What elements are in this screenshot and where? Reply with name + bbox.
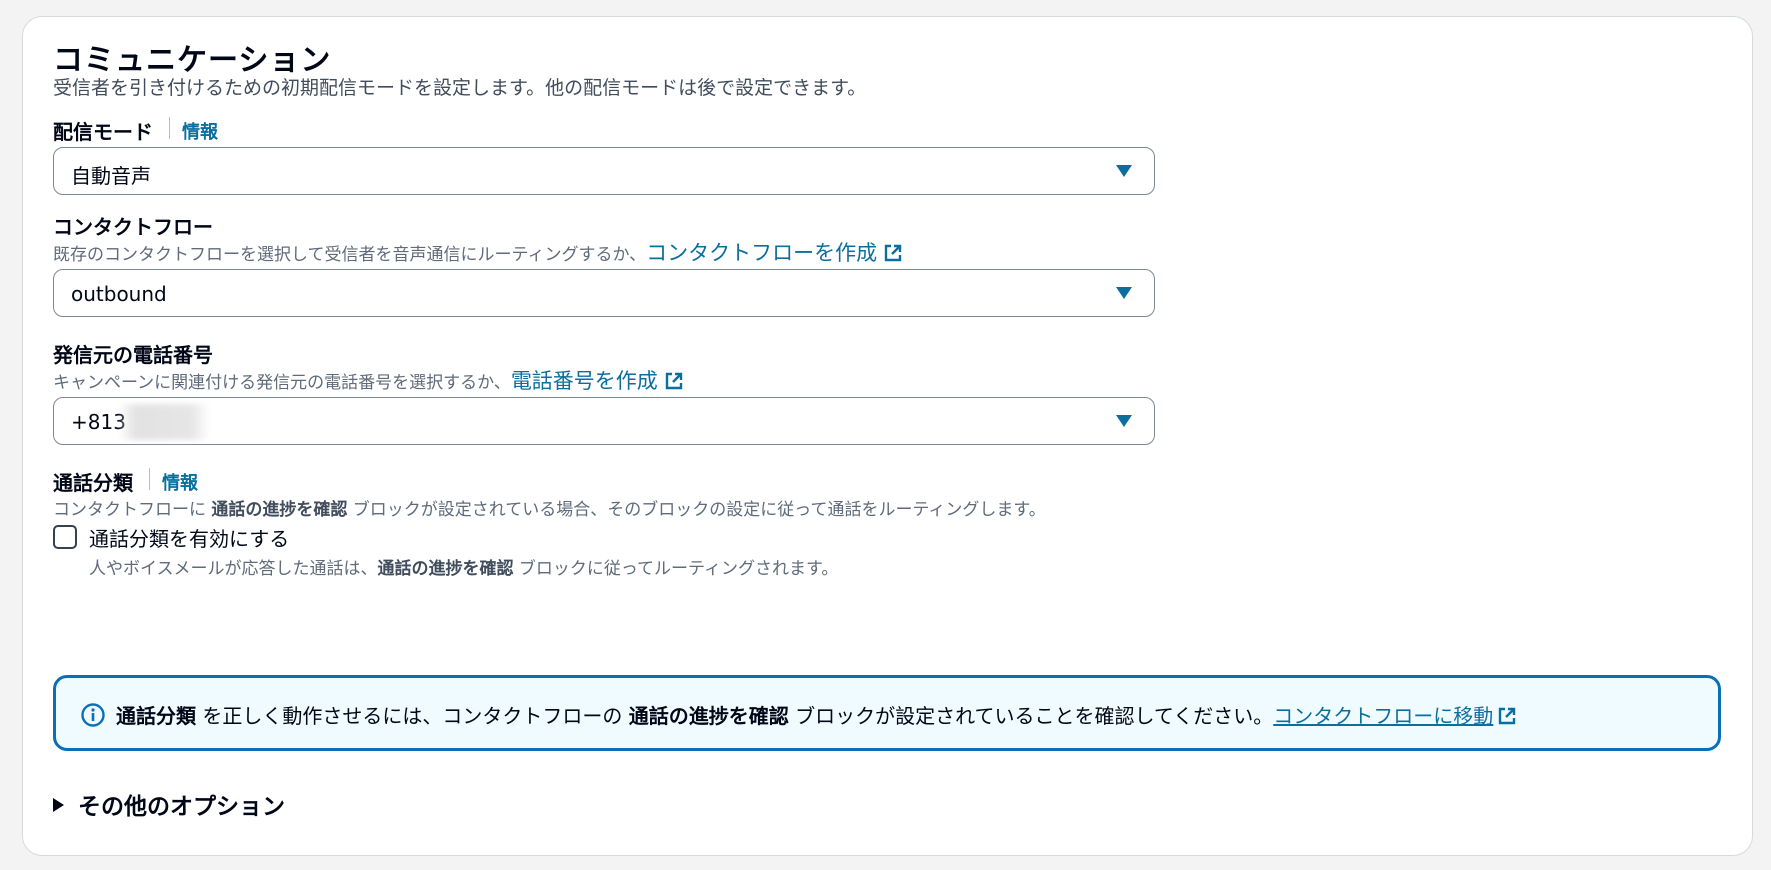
info-alert: 通話分類 を正しく動作させるには、コンタクトフローの 通話の進捗を確認 ブロック…: [53, 675, 1721, 751]
redacted-number: [118, 404, 210, 440]
caret-down-icon: [1116, 287, 1132, 299]
alert-text-2: ブロックが設定されていることを確認してください。: [788, 704, 1274, 728]
create-phone-number-link[interactable]: 電話番号を作成: [511, 369, 684, 393]
alert-bold-1: 通話分類: [116, 704, 196, 728]
checkbox-desc-prefix: 人やボイスメールが応答した通話は、: [89, 559, 378, 579]
delivery-mode-value: 自動音声: [71, 164, 151, 188]
info-icon: [81, 703, 105, 727]
phone-number-hint: キャンペーンに関連付ける発信元の電話番号を選択するか、: [53, 373, 511, 393]
label-divider: [149, 468, 150, 490]
call-classification-hint: コンタクトフローに 通話の進捗を確認 ブロックが設定されている場合、そのブロック…: [53, 495, 1046, 520]
external-link-icon: [1499, 707, 1516, 725]
caret-down-icon: [1116, 415, 1132, 427]
more-options-toggle[interactable]: その他のオプション: [53, 787, 285, 821]
hint-prefix: コンタクトフローに: [53, 500, 212, 520]
call-classification-checkbox-desc: 人やボイスメールが応答した通話は、通話の進捗を確認 ブロックに従ってルーティング…: [89, 554, 838, 579]
delivery-mode-select[interactable]: 自動音声: [53, 147, 1155, 195]
call-classification-checkbox-label[interactable]: 通話分類を有効にする: [89, 523, 289, 552]
call-classification-label: 通話分類: [53, 471, 133, 495]
contact-flow-value: outbound: [71, 282, 167, 306]
go-to-contact-flow-link-text: コンタクトフローに移動: [1273, 704, 1494, 728]
checkbox-desc-bold: 通話の進捗を確認: [377, 559, 514, 579]
phone-number-hint-row: キャンペーンに関連付ける発信元の電話番号を選択するか、電話番号を作成: [53, 365, 684, 395]
create-contact-flow-link-text: コンタクトフローを作成: [646, 241, 878, 265]
alert-text-1: を正しく動作させるには、コンタクトフローの: [196, 704, 629, 728]
communication-panel: コミュニケーション 受信者を引き付けるための初期配信モードを設定します。他の配信…: [22, 16, 1753, 856]
checkbox-desc-suffix: ブロックに従ってルーティングされます。: [513, 559, 839, 579]
alert-bold-2: 通話の進捗を確認: [628, 704, 789, 728]
external-link-icon: [884, 244, 902, 262]
phone-number-label: 発信元の電話番号: [53, 343, 213, 367]
caret-down-icon: [1116, 165, 1132, 177]
phone-number-select[interactable]: +813: [53, 397, 1155, 445]
label-divider: [169, 117, 170, 139]
call-classification-checkbox[interactable]: [53, 525, 77, 549]
go-to-contact-flow-link[interactable]: コンタクトフローに移動: [1273, 704, 1517, 728]
create-contact-flow-link[interactable]: コンタクトフローを作成: [646, 241, 903, 265]
external-link-icon: [665, 372, 683, 390]
section-description: 受信者を引き付けるための初期配信モードを設定します。他の配信モードは後で設定でき…: [53, 77, 867, 99]
more-options-label: その他のオプション: [78, 794, 285, 820]
contact-flow-hint: 既存のコンタクトフローを選択して受信者を音声通信にルーティングするか、: [53, 245, 647, 265]
contact-flow-hint-row: 既存のコンタクトフローを選択して受信者を音声通信にルーティングするか、コンタクト…: [53, 237, 903, 267]
delivery-mode-info-link[interactable]: 情報: [182, 118, 218, 144]
contact-flow-select[interactable]: outbound: [53, 269, 1155, 317]
caret-right-icon: [53, 798, 64, 812]
alert-text: 通話分類 を正しく動作させるには、コンタクトフローの 通話の進捗を確認 ブロック…: [116, 700, 1517, 729]
hint-suffix: ブロックが設定されている場合、そのブロックの設定に従って通話をルーティングします…: [347, 500, 1046, 520]
call-classification-info-link[interactable]: 情報: [162, 469, 198, 495]
hint-bold: 通話の進捗を確認: [211, 500, 348, 520]
create-phone-number-link-text: 電話番号を作成: [510, 369, 658, 393]
delivery-mode-label: 配信モード: [53, 120, 153, 144]
contact-flow-label: コンタクトフロー: [53, 215, 213, 239]
